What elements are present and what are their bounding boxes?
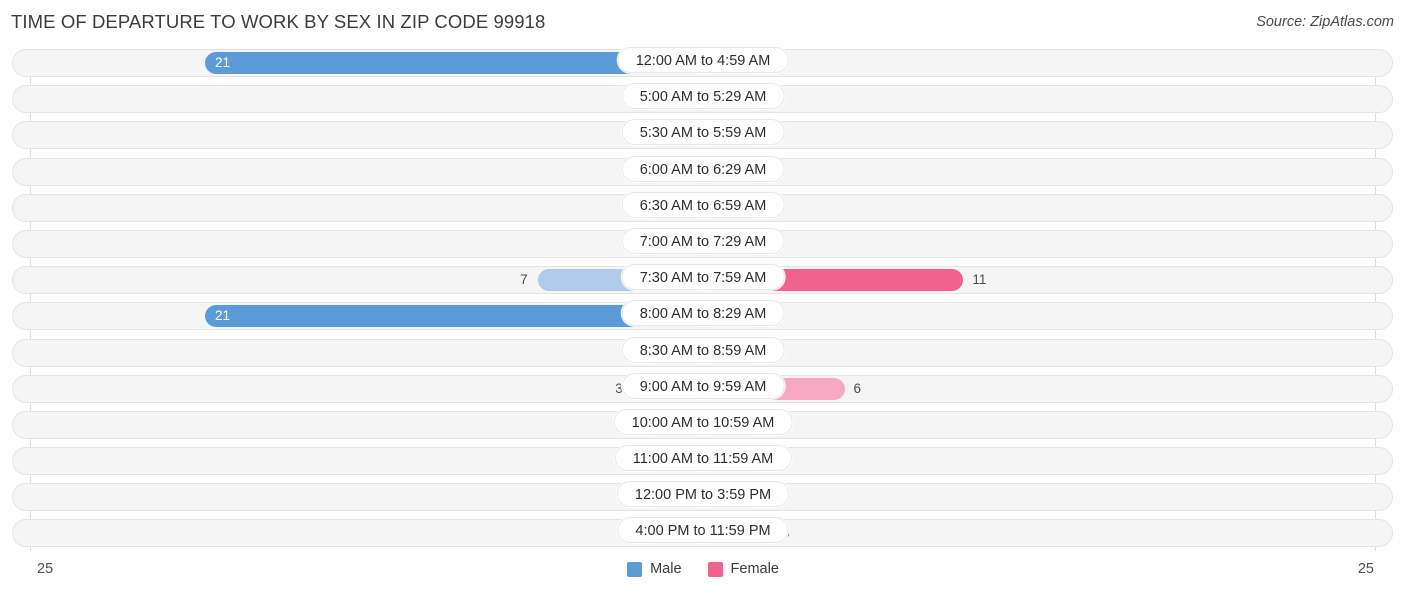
table-row[interactable]: 006:00 AM to 6:29 AM: [0, 155, 1406, 191]
bar-value-male: 3: [615, 380, 623, 396]
table-row[interactable]: 1010:00 AM to 10:59 AM: [0, 408, 1406, 444]
table-row[interactable]: 005:30 AM to 5:59 AM: [0, 118, 1406, 154]
legend-label-male: Male: [650, 561, 682, 577]
category-label: 9:00 AM to 9:59 AM: [621, 372, 785, 399]
category-label: 8:00 AM to 8:29 AM: [621, 300, 785, 327]
category-label: 8:30 AM to 8:59 AM: [621, 336, 785, 363]
legend-item-female[interactable]: Female: [707, 561, 779, 577]
chart-footer: 25 25 Male Female: [0, 553, 1406, 595]
table-row[interactable]: 21112:00 AM to 4:59 AM: [0, 46, 1406, 82]
table-row[interactable]: 2108:00 AM to 8:29 AM: [0, 299, 1406, 335]
table-row[interactable]: 3 6 9:00 AM to 9:59 AM: [0, 372, 1406, 408]
chart-header: TIME OF DEPARTURE TO WORK BY SEX IN ZIP …: [0, 0, 1406, 46]
bar-value-male: 7: [520, 272, 528, 288]
category-label: 6:30 AM to 6:59 AM: [621, 191, 785, 218]
category-label: 5:30 AM to 5:59 AM: [621, 119, 785, 146]
table-row[interactable]: 0012:00 PM to 3:59 PM: [0, 480, 1406, 516]
page-title: TIME OF DEPARTURE TO WORK BY SEX IN ZIP …: [11, 11, 546, 32]
category-label: 10:00 AM to 10:59 AM: [613, 408, 793, 435]
table-row[interactable]: 007:00 AM to 7:29 AM: [0, 227, 1406, 263]
category-label: 7:00 AM to 7:29 AM: [621, 227, 785, 254]
legend-swatch-male-icon: [627, 561, 643, 577]
category-label: 7:30 AM to 7:59 AM: [621, 264, 785, 291]
table-row[interactable]: 005:00 AM to 5:29 AM: [0, 82, 1406, 118]
legend-label-female: Female: [730, 561, 779, 577]
bar-value-male: 21: [215, 55, 231, 70]
category-label: 11:00 AM to 11:59 AM: [614, 445, 792, 472]
table-row[interactable]: 034:00 PM to 11:59 PM: [0, 516, 1406, 552]
category-label: 6:00 AM to 6:29 AM: [621, 155, 785, 182]
bar-rows-container: 21112:00 AM to 4:59 AM005:00 AM to 5:29 …: [0, 46, 1406, 553]
table-row[interactable]: 0011:00 AM to 11:59 AM: [0, 444, 1406, 480]
table-row[interactable]: 008:30 AM to 8:59 AM: [0, 336, 1406, 372]
category-label: 12:00 PM to 3:59 PM: [616, 481, 790, 508]
legend-item-male[interactable]: Male: [627, 561, 682, 577]
chart-legend: Male Female: [0, 561, 1406, 577]
category-label: 4:00 PM to 11:59 PM: [617, 517, 789, 544]
category-label: 12:00 AM to 4:59 AM: [617, 47, 789, 73]
plot-area: 21112:00 AM to 4:59 AM005:00 AM to 5:29 …: [0, 46, 1406, 553]
source-attribution: Source: ZipAtlas.com: [1256, 14, 1394, 30]
bar-value-female: 6: [853, 380, 862, 396]
table-row[interactable]: 7 11 7:30 AM to 7:59 AM: [0, 263, 1406, 299]
chart-page: TIME OF DEPARTURE TO WORK BY SEX IN ZIP …: [0, 0, 1406, 595]
legend-swatch-female-icon: [707, 561, 723, 577]
bar-value-female: 11: [972, 272, 987, 288]
bar-value-male: 21: [215, 308, 231, 324]
category-label: 5:00 AM to 5:29 AM: [621, 83, 785, 110]
table-row[interactable]: 006:30 AM to 6:59 AM: [0, 191, 1406, 227]
